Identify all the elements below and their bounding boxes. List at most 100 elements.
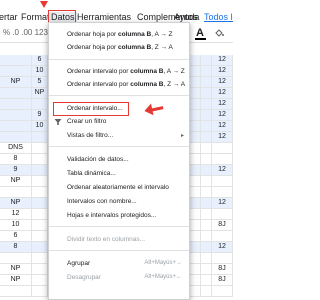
grid-cell[interactable]	[190, 198, 201, 208]
grid-cell[interactable]	[201, 264, 212, 274]
grid-cell[interactable]: 12	[212, 132, 233, 142]
grid-cell[interactable]	[190, 220, 201, 230]
grid-cell[interactable]: 12	[212, 55, 233, 65]
grid-cell[interactable]	[0, 121, 32, 131]
grid-cell[interactable]	[0, 286, 32, 296]
grid-cell[interactable]: 12	[212, 198, 233, 208]
grid-cell[interactable]	[190, 275, 201, 285]
grid-cell[interactable]: 12	[212, 121, 233, 131]
grid-cell[interactable]: NP	[0, 264, 32, 274]
grid-cell[interactable]: 8J	[212, 220, 233, 230]
grid-cell[interactable]	[201, 275, 212, 285]
menu-sort-range-za[interactable]: Ordenar intervalo por columna B, Z → A	[67, 80, 185, 89]
grid-cell[interactable]: NP	[0, 77, 32, 87]
menu-sort-range-az[interactable]: Ordenar intervalo por columna B, A → Z	[67, 67, 185, 76]
grid-cell[interactable]	[32, 231, 48, 241]
grid-cell[interactable]: 9	[0, 165, 32, 175]
menu-pivot-table[interactable]: Tabla dinámica...	[67, 169, 116, 178]
grid-cell[interactable]: 12	[212, 66, 233, 76]
grid-cell[interactable]	[190, 231, 201, 241]
grid-cell[interactable]	[190, 143, 201, 153]
grid-cell[interactable]	[212, 176, 233, 186]
grid-cell[interactable]	[32, 154, 48, 164]
grid-cell[interactable]	[190, 77, 201, 87]
grid-cell[interactable]: 9	[32, 110, 48, 120]
grid-cell[interactable]	[32, 176, 48, 186]
grid-cell[interactable]	[212, 231, 233, 241]
menu-insertar[interactable]: ertar	[0, 12, 18, 23]
grid-cell[interactable]: 12	[212, 99, 233, 109]
grid-cell[interactable]	[201, 143, 212, 153]
grid-cell[interactable]	[0, 88, 32, 98]
grid-cell[interactable]	[190, 165, 201, 175]
grid-cell[interactable]: 12	[0, 209, 32, 219]
grid-cell[interactable]	[201, 176, 212, 186]
menu-filter-views[interactable]: Vistas de filtro...	[67, 131, 113, 140]
grid-cell[interactable]: 10	[32, 121, 48, 131]
grid-cell[interactable]	[201, 154, 212, 164]
grid-cell[interactable]	[190, 253, 201, 263]
grid-cell[interactable]	[32, 264, 48, 274]
grid-cell[interactable]	[201, 198, 212, 208]
grid-cell[interactable]	[201, 220, 212, 230]
grid-cell[interactable]	[201, 110, 212, 120]
grid-cell[interactable]	[190, 132, 201, 142]
grid-cell[interactable]: 12	[212, 77, 233, 87]
menu-named-ranges[interactable]: Intervalos con nombre...	[67, 197, 137, 206]
grid-cell[interactable]	[212, 143, 233, 153]
grid-cell[interactable]: 12	[212, 242, 233, 252]
grid-cell[interactable]: 10	[0, 220, 32, 230]
grid-cell[interactable]	[32, 220, 48, 230]
grid-cell[interactable]	[190, 176, 201, 186]
grid-cell[interactable]	[190, 154, 201, 164]
grid-cell[interactable]	[212, 253, 233, 263]
grid-cell[interactable]	[0, 253, 32, 263]
menu-create-filter[interactable]: Crear un filtro	[67, 117, 106, 126]
grid-cell[interactable]	[190, 66, 201, 76]
grid-cell[interactable]	[201, 231, 212, 241]
grid-cell[interactable]: 12	[212, 110, 233, 120]
grid-cell[interactable]	[32, 198, 48, 208]
grid-cell[interactable]: 6	[32, 55, 48, 65]
menu-data-validation[interactable]: Validación de datos...	[67, 155, 129, 164]
grid-cell[interactable]: NP	[0, 198, 32, 208]
grid-cell[interactable]	[32, 165, 48, 175]
grid-cell[interactable]	[201, 187, 212, 197]
grid-cell[interactable]	[32, 187, 48, 197]
grid-cell[interactable]	[201, 132, 212, 142]
grid-cell[interactable]: NP	[32, 88, 48, 98]
grid-cell[interactable]: 8	[0, 154, 32, 164]
grid-cell[interactable]: 6	[0, 231, 32, 241]
grid-cell[interactable]	[190, 264, 201, 274]
grid-cell[interactable]: 12	[212, 88, 233, 98]
grid-cell[interactable]	[201, 66, 212, 76]
menu-sort-sheet-za[interactable]: Ordenar hoja por columna B, Z → A	[67, 43, 173, 52]
grid-cell[interactable]	[190, 209, 201, 219]
grid-cell[interactable]	[201, 242, 212, 252]
grid-cell[interactable]: 10	[32, 66, 48, 76]
grid-cell[interactable]: 5	[32, 77, 48, 87]
grid-cell[interactable]	[32, 99, 48, 109]
grid-cell[interactable]	[0, 187, 32, 197]
grid-cell[interactable]	[32, 275, 48, 285]
grid-cell[interactable]	[212, 154, 233, 164]
grid-cell[interactable]	[212, 209, 233, 219]
last-edit-link[interactable]: Todos los	[204, 12, 233, 22]
toolbar-format-buttons[interactable]: % .0 .00 123	[3, 28, 48, 37]
grid-cell[interactable]	[32, 242, 48, 252]
grid-cell[interactable]: DNS	[0, 143, 32, 153]
grid-cell[interactable]	[32, 132, 48, 142]
grid-cell[interactable]	[0, 55, 32, 65]
grid-cell[interactable]	[0, 66, 32, 76]
grid-cell[interactable]	[32, 286, 48, 296]
grid-cell[interactable]	[201, 55, 212, 65]
grid-cell[interactable]	[32, 209, 48, 219]
grid-cell[interactable]	[201, 286, 212, 296]
grid-cell[interactable]	[0, 132, 32, 142]
grid-cell[interactable]	[201, 253, 212, 263]
grid-cell[interactable]	[212, 187, 233, 197]
grid-cell[interactable]	[32, 253, 48, 263]
grid-cell[interactable]	[190, 286, 201, 296]
grid-cell[interactable]: 8J	[212, 275, 233, 285]
menu-randomize-range[interactable]: Ordenar aleatoriamente el intervalo	[67, 183, 169, 192]
